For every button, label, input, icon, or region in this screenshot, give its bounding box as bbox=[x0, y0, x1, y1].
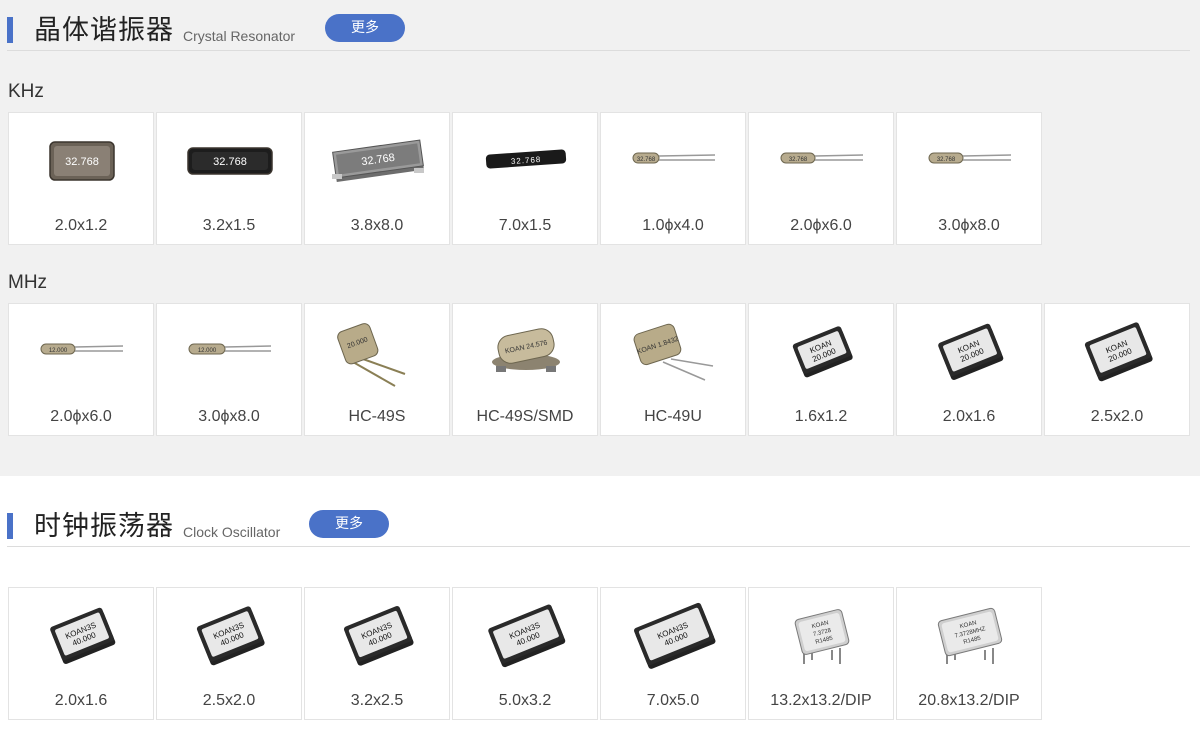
mhz-product-product-image: 20.000 bbox=[337, 323, 406, 387]
svg-text:32.768: 32.768 bbox=[213, 156, 247, 168]
oscillator-product-size-label: 2.5x2.0 bbox=[202, 692, 256, 709]
khz-product-size-label: 2.0x1.2 bbox=[54, 217, 108, 234]
mhz-product-row: 12.000 2.0ϕx6.0 12.000 3.0ϕx8.0 20.000 H… bbox=[8, 303, 1192, 436]
mhz-product-product-image: KOAN 20.000 bbox=[938, 323, 1004, 380]
khz-product-size-label: 3.0ϕx8.0 bbox=[938, 217, 1000, 234]
crystal-title-cn: 晶体谐振器 bbox=[34, 15, 174, 46]
oscillator-product-size-label: 5.0x3.2 bbox=[498, 692, 552, 709]
oscillator-product-card[interactable]: KOAN3S 40.000 2.0x1.6 bbox=[8, 587, 154, 720]
mhz-product-size-label: HC-49U bbox=[644, 408, 702, 425]
oscillator-product-product-image: KOAN7.3728MHZR1485 bbox=[937, 607, 1003, 664]
mhz-product-card[interactable]: 12.000 3.0ϕx8.0 bbox=[156, 303, 302, 436]
mhz-product-product-image: KOAN 20.000 bbox=[1084, 322, 1153, 382]
section-accent-bar bbox=[7, 513, 13, 539]
mhz-product-card[interactable]: KOAN 1.8432 HC-49U bbox=[600, 303, 746, 436]
khz-product-product-image: 32.768 bbox=[187, 147, 273, 175]
oscillator-more-button[interactable]: 更多 bbox=[309, 510, 389, 538]
khz-product-card[interactable]: 32.768 3.8x8.0 bbox=[304, 112, 450, 245]
svg-text:12.000: 12.000 bbox=[198, 348, 217, 354]
khz-product-product-image: 32.768 bbox=[780, 152, 864, 164]
mhz-product-product-image: KOAN 20.000 bbox=[792, 326, 853, 378]
mhz-product-card[interactable]: 12.000 2.0ϕx6.0 bbox=[8, 303, 154, 436]
oscillator-product-size-label: 3.2x2.5 bbox=[350, 692, 404, 709]
khz-product-size-label: 2.0ϕx6.0 bbox=[790, 217, 852, 234]
crystal-title-en: Crystal Resonator bbox=[183, 28, 296, 44]
oscillator-product-card[interactable]: KOAN 7.3728MHZ R1485 20.8x13.2/DIP bbox=[896, 587, 1042, 720]
mhz-product-card[interactable]: KOAN 20.000 2.0x1.6 bbox=[896, 303, 1042, 436]
oscillator-product-size-label: 13.2x13.2/DIP bbox=[770, 692, 872, 709]
crystal-resonator-section: 晶体谐振器 Crystal Resonator 更多 KHz 32.768 2.0… bbox=[0, 0, 1200, 476]
oscillator-product-size-label: 20.8x13.2/DIP bbox=[918, 692, 1020, 709]
oscillator-product-product-image: KOAN3S 40.000 bbox=[634, 602, 716, 669]
oscillator-product-size-label: 2.0x1.6 bbox=[54, 692, 108, 709]
khz-label: KHz bbox=[8, 81, 44, 102]
khz-product-card[interactable]: 32.768 2.0x1.2 bbox=[8, 112, 154, 245]
oscillator-product-card[interactable]: KOAN3S 40.000 3.2x2.5 bbox=[304, 587, 450, 720]
mhz-product-size-label: 2.5x2.0 bbox=[1090, 408, 1144, 425]
oscillator-product-card[interactable]: KOAN3S 40.000 5.0x3.2 bbox=[452, 587, 598, 720]
oscillator-product-card[interactable]: KOAN 7.3728 R1485 13.2x13.2/DIP bbox=[748, 587, 894, 720]
khz-product-card[interactable]: 32.768 3.2x1.5 bbox=[156, 112, 302, 245]
oscillator-product-card[interactable]: KOAN3S 40.000 7.0x5.0 bbox=[600, 587, 746, 720]
svg-text:32.768: 32.768 bbox=[65, 156, 99, 168]
mhz-product-product-image: 12.000 bbox=[188, 343, 272, 355]
khz-product-product-image: 32.768 bbox=[485, 149, 567, 169]
oscillator-section-header: 时钟振荡器 Clock Oscillator 更多 bbox=[7, 509, 1190, 547]
mhz-label: MHz bbox=[8, 272, 48, 293]
oscillator-product-product-image: KOAN3S 40.000 bbox=[488, 604, 566, 668]
mhz-product-product-image: KOAN 1.8432 bbox=[633, 323, 714, 381]
mhz-product-size-label: 1.6x1.2 bbox=[794, 408, 848, 425]
khz-product-size-label: 3.8x8.0 bbox=[350, 217, 404, 234]
mhz-product-size-label: 2.0x1.6 bbox=[942, 408, 996, 425]
khz-product-card[interactable]: 32.768 7.0x1.5 bbox=[452, 112, 598, 245]
oscillator-product-row: KOAN3S 40.000 2.0x1.6 KOAN3S 40.000 2.5x… bbox=[8, 587, 1044, 720]
svg-text:32.768: 32.768 bbox=[937, 157, 956, 163]
oscillator-title-en: Clock Oscillator bbox=[183, 524, 281, 540]
khz-product-size-label: 3.2x1.5 bbox=[202, 217, 256, 234]
mhz-product-card[interactable]: KOAN 20.000 2.5x2.0 bbox=[1044, 303, 1190, 436]
mhz-product-size-label: HC-49S bbox=[348, 408, 406, 425]
mhz-product-card[interactable]: KOAN 20.000 1.6x1.2 bbox=[748, 303, 894, 436]
khz-product-card[interactable]: 32.768 3.0ϕx8.0 bbox=[896, 112, 1042, 245]
mhz-product-product-image: KOAN 24.576 bbox=[492, 328, 560, 372]
oscillator-product-size-label: 7.0x5.0 bbox=[646, 692, 700, 709]
oscillator-product-card[interactable]: KOAN3S 40.000 2.5x2.0 bbox=[156, 587, 302, 720]
khz-product-size-label: 7.0x1.5 bbox=[498, 217, 552, 234]
oscillator-product-product-image: KOAN3S 40.000 bbox=[50, 607, 116, 664]
khz-product-product-image: 32.768 bbox=[632, 152, 716, 164]
mhz-product-card[interactable]: 20.000 HC-49S bbox=[304, 303, 450, 436]
khz-product-product-image: 32.768 bbox=[49, 141, 115, 181]
khz-product-size-label: 1.0ϕx4.0 bbox=[642, 217, 704, 234]
khz-product-card[interactable]: 32.768 2.0ϕx6.0 bbox=[748, 112, 894, 245]
oscillator-product-product-image: KOAN7.3728R1485 bbox=[794, 609, 850, 664]
mhz-product-size-label: 3.0ϕx8.0 bbox=[198, 408, 260, 425]
oscillator-product-product-image: KOAN3S 40.000 bbox=[343, 606, 414, 666]
section-accent-bar bbox=[7, 17, 13, 43]
mhz-product-size-label: 2.0ϕx6.0 bbox=[50, 408, 112, 425]
mhz-product-card[interactable]: KOAN 24.576 HC-49S/SMD bbox=[452, 303, 598, 436]
crystal-section-header: 晶体谐振器 Crystal Resonator 更多 bbox=[7, 13, 1190, 51]
mhz-product-product-image: 12.000 bbox=[40, 343, 124, 355]
svg-text:12.000: 12.000 bbox=[49, 348, 68, 354]
svg-text:32.768: 32.768 bbox=[637, 157, 656, 163]
khz-product-card[interactable]: 32.768 1.0ϕx4.0 bbox=[600, 112, 746, 245]
oscillator-title-cn: 时钟振荡器 bbox=[34, 511, 174, 542]
clock-oscillator-section: 时钟振荡器 Clock Oscillator 更多 KOAN3S 40.000 … bbox=[0, 476, 1200, 733]
crystal-more-button[interactable]: 更多 bbox=[325, 14, 405, 42]
khz-product-product-image: 32.768 bbox=[928, 152, 1012, 164]
oscillator-product-product-image: KOAN3S 40.000 bbox=[196, 606, 265, 666]
khz-product-row: 32.768 2.0x1.2 32.768 3.2x1.5 32.768 3.8x8… bbox=[8, 112, 1044, 245]
mhz-product-size-label: HC-49S/SMD bbox=[476, 408, 574, 425]
svg-text:32.768: 32.768 bbox=[789, 157, 808, 163]
khz-product-product-image: 32.768 bbox=[332, 139, 424, 182]
